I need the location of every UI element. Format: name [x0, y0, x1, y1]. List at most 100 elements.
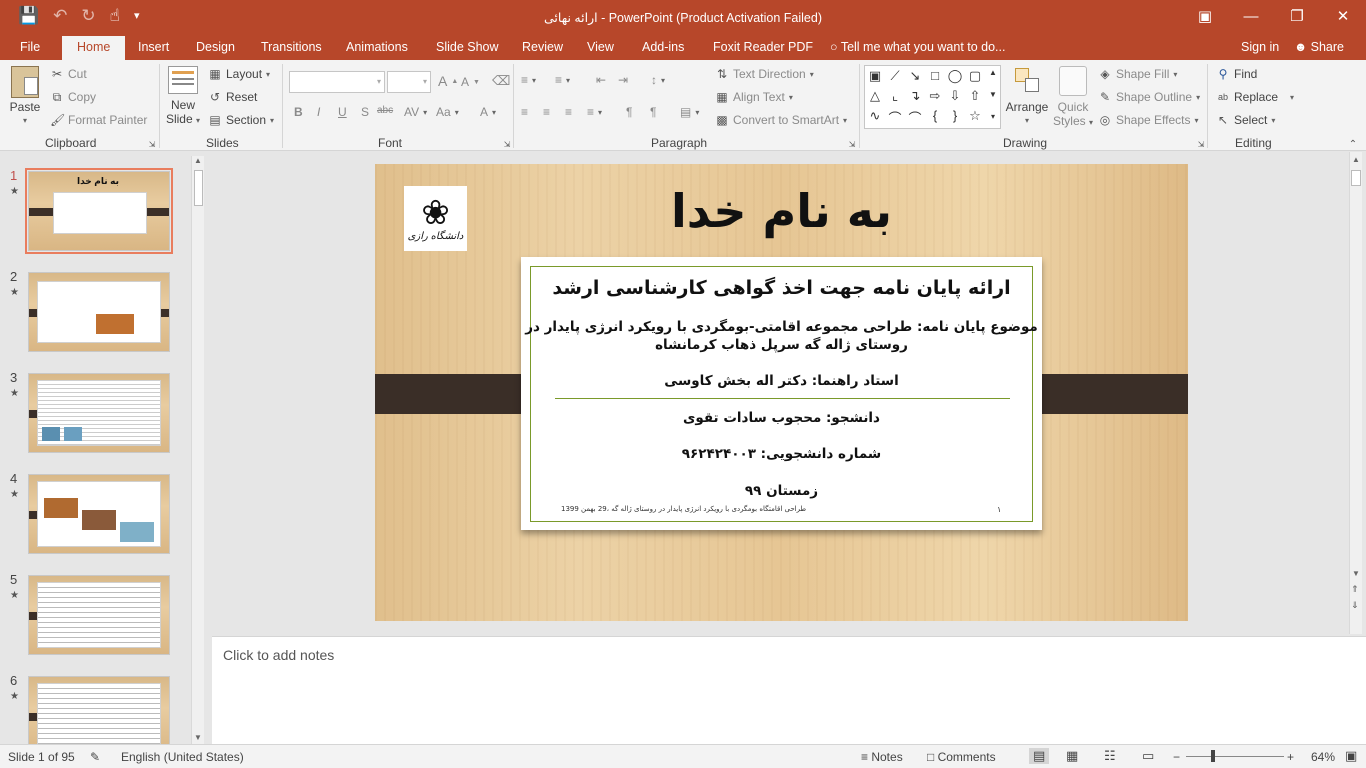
grow-font-icon[interactable]: A ▲ [438, 73, 458, 89]
editor-scrollbar[interactable]: ▲ ▼ ⇑ ⇓ [1349, 152, 1362, 634]
strikethrough-button[interactable]: abc [377, 105, 393, 116]
ltr-icon[interactable]: ¶ [626, 105, 632, 119]
numbering-icon[interactable]: ≡ ▾ [555, 73, 570, 87]
shapes-gallery[interactable]: ▣ ⟋ ↘ □ ◯ ▢ △ ⌞ ↴ ⇨ ⇩ ⇧ ∿ ⌒ ⌒ { } ☆ ▲ ▼ … [864, 65, 1001, 129]
spell-check-icon[interactable]: ✎ [90, 750, 100, 764]
restore-button[interactable]: ❐ [1274, 0, 1320, 32]
copy-button[interactable]: ⧉ Copy [50, 90, 96, 104]
align-text-button[interactable]: ▦ Align Text ▾ [715, 90, 793, 104]
slide-thumbnail-3[interactable] [28, 373, 170, 453]
decrease-indent-icon[interactable]: ⇤ [596, 73, 606, 87]
tab-transitions[interactable]: Transitions [261, 40, 322, 54]
shape-effects-button[interactable]: ◎ Shape Effects ▾ [1098, 113, 1199, 127]
font-dialog-launcher-icon[interactable]: ⇲ [500, 138, 514, 152]
dialog-launcher-icon[interactable]: ⇲ [145, 138, 159, 152]
shadow-button[interactable]: S [361, 105, 369, 119]
gallery-up-icon[interactable]: ▲ [986, 68, 1000, 77]
columns-icon[interactable]: ▤ ▾ [680, 105, 699, 119]
cut-button[interactable]: ✂ Cut [50, 67, 87, 81]
next-slide-icon[interactable]: ⇓ [1351, 600, 1359, 611]
rectangle-shape-icon[interactable]: □ [926, 68, 944, 83]
replace-button[interactable]: ab Replace ▾ [1216, 90, 1294, 104]
reading-view-icon[interactable]: ☷ [1104, 748, 1116, 764]
freeform-shape-icon[interactable]: ∿ [866, 108, 884, 124]
tab-review[interactable]: Review [522, 40, 563, 54]
convert-smartart-button[interactable]: ▩ Convert to SmartArt ▾ [715, 113, 847, 127]
tab-animations[interactable]: Animations [346, 40, 408, 54]
content-card[interactable]: ارائه پایان نامه جهت اخذ گواهی کارشناسی … [521, 257, 1042, 530]
drawing-dialog-launcher-icon[interactable]: ⇲ [1194, 138, 1208, 152]
scroll-up-icon[interactable]: ▲ [194, 156, 202, 165]
elbow-arrow-icon[interactable]: ↴ [906, 88, 924, 104]
new-slide-button[interactable]: New Slide ▾ [163, 64, 203, 128]
oval-shape-icon[interactable]: ◯ [946, 68, 964, 84]
tell-me-box[interactable]: ○ Tell me what you want to do... [830, 40, 1005, 54]
previous-slide-icon[interactable]: ⇑ [1351, 584, 1359, 595]
zoom-out-icon[interactable]: − [1173, 750, 1180, 764]
underline-button[interactable]: U [338, 105, 347, 119]
tab-home[interactable]: Home [62, 36, 126, 60]
slide-thumbnail-4[interactable] [28, 474, 170, 554]
slide-thumbnail-1[interactable]: به نام خدا [25, 168, 173, 254]
tab-add-ins[interactable]: Add-ins [642, 40, 684, 54]
slide-thumbnail-5[interactable] [28, 575, 170, 655]
ribbon-display-options-icon[interactable]: ▣ [1182, 0, 1228, 32]
close-button[interactable]: ✕ [1320, 0, 1366, 32]
thumbnail-scrollbar[interactable]: ▲ ▼ [191, 156, 204, 744]
tab-foxit[interactable]: Foxit Reader PDF [713, 40, 813, 54]
zoom-in-icon[interactable]: + [1287, 750, 1294, 764]
tab-slide-show[interactable]: Slide Show [436, 40, 499, 54]
paste-button[interactable]: Paste ▾ [8, 64, 42, 128]
align-right-icon[interactable]: ≡ [565, 105, 572, 119]
bold-button[interactable]: B [294, 105, 303, 119]
textbox-shape-icon[interactable]: ▣ [866, 68, 884, 84]
normal-view-icon[interactable]: ▤ [1029, 748, 1050, 764]
curve-shape-icon[interactable]: ⌒ [886, 108, 904, 127]
section-button[interactable]: ▤ Section ▾ [208, 113, 274, 127]
quick-styles-button[interactable]: Quick Styles ▾ [1050, 66, 1096, 130]
format-painter-button[interactable]: 🖌 Format Painter [50, 113, 147, 127]
collapse-ribbon-icon[interactable]: ⌃ [1346, 138, 1360, 152]
slide-thumbnail-2[interactable] [28, 272, 170, 352]
paragraph-dialog-launcher-icon[interactable]: ⇲ [845, 138, 859, 152]
arrow-line-shape-icon[interactable]: ↘ [906, 68, 924, 84]
justify-icon[interactable]: ≡ ▾ [587, 105, 602, 119]
increase-indent-icon[interactable]: ⇥ [618, 73, 628, 87]
clear-formatting-icon[interactable]: ⌫ [492, 73, 510, 89]
gallery-down-icon[interactable]: ▼ [986, 90, 1000, 99]
text-direction-button[interactable]: ⇅ Text Direction ▾ [715, 67, 814, 81]
scroll-down-icon[interactable]: ▼ [194, 733, 202, 742]
zoom-slider[interactable] [1186, 750, 1284, 762]
tab-view[interactable]: View [587, 40, 614, 54]
shrink-font-icon[interactable]: A ▼ [461, 75, 480, 89]
shape-outline-button[interactable]: ✎ Shape Outline ▾ [1098, 90, 1200, 104]
tab-insert[interactable]: Insert [138, 40, 169, 54]
slide-canvas[interactable]: ❀ دانشگاه رازی به نام خدا ارائه پایان نا… [375, 164, 1188, 621]
line-spacing-icon[interactable]: ↕ ▾ [651, 73, 665, 87]
language-indicator[interactable]: English (United States) [121, 750, 244, 764]
comments-toggle[interactable]: □ Comments [927, 750, 996, 764]
find-button[interactable]: ⚲ Find [1216, 67, 1258, 81]
star-shape-icon[interactable]: ☆ [966, 108, 984, 124]
scroll-up-icon[interactable]: ▲ [1352, 155, 1360, 164]
scroll-thumb[interactable] [1351, 170, 1361, 186]
align-left-icon[interactable]: ≡ [521, 105, 528, 119]
change-case-button[interactable]: Aa ▾ [436, 105, 459, 119]
right-brace-shape-icon[interactable]: } [946, 108, 964, 123]
scroll-down-icon[interactable]: ▼ [1352, 569, 1360, 578]
select-button[interactable]: ↖ Select ▾ [1216, 113, 1275, 127]
arc-shape-icon[interactable]: ⌒ [906, 108, 924, 127]
font-color-icon[interactable]: A ▾ [480, 105, 496, 119]
font-size-input[interactable]: ▾ [387, 71, 431, 93]
scroll-thumb[interactable] [194, 170, 203, 206]
zoom-level[interactable]: 64% [1311, 750, 1335, 764]
zoom-slider-thumb[interactable] [1211, 750, 1215, 762]
triangle-shape-icon[interactable]: △ [866, 88, 884, 104]
notes-toggle[interactable]: ≡ Notes [861, 750, 903, 764]
gallery-more-icon[interactable]: ▾ [986, 112, 1000, 121]
shape-fill-button[interactable]: ◈ Shape Fill ▾ [1098, 67, 1177, 81]
tab-design[interactable]: Design [196, 40, 235, 54]
right-arrow-shape-icon[interactable]: ⇨ [926, 88, 944, 104]
minimize-button[interactable]: — [1228, 0, 1274, 32]
line-shape-icon[interactable]: ⟋ [886, 68, 904, 84]
